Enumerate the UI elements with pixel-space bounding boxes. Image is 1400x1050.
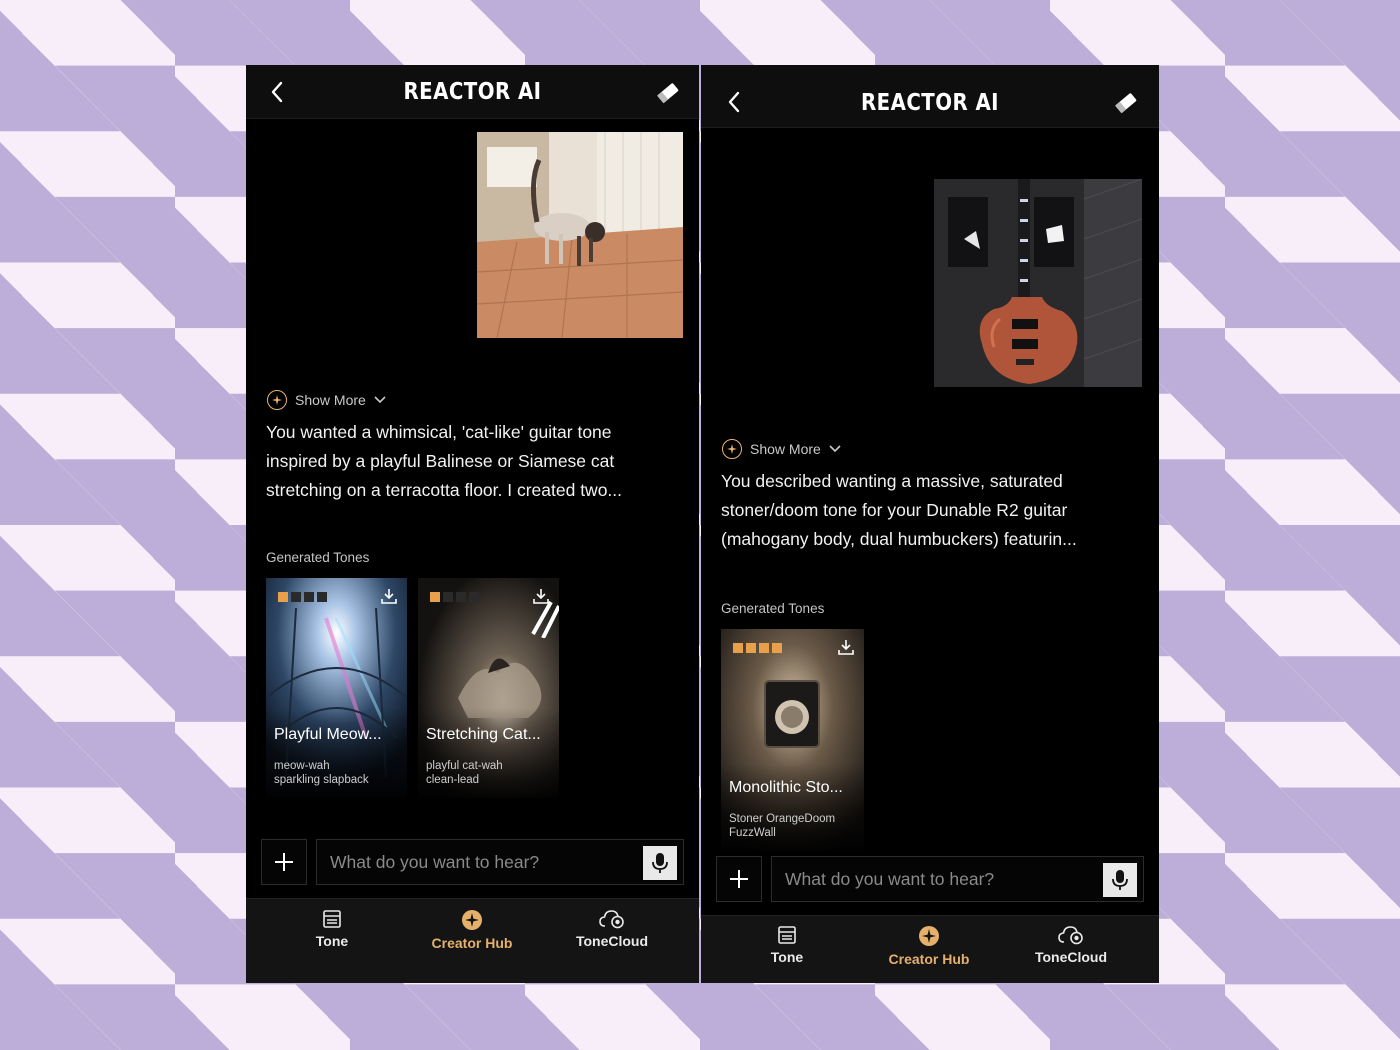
- sparkle-icon: [722, 439, 742, 459]
- voice-input-button[interactable]: [1103, 863, 1137, 897]
- sparkle-icon: [919, 926, 939, 946]
- guitar-photo: [934, 179, 1142, 387]
- download-icon[interactable]: [837, 638, 855, 656]
- generated-tones-label: Generated Tones: [266, 550, 370, 565]
- chevron-down-icon: [829, 445, 841, 453]
- prompt-bar: What do you want to hear?: [261, 839, 684, 887]
- tab-creator-hub[interactable]: Creator Hub: [412, 909, 532, 951]
- cloud-icon: [599, 910, 624, 929]
- tone-tag-line: Stoner OrangeDoom: [729, 813, 836, 825]
- prompt-input[interactable]: What do you want to hear?: [771, 856, 1144, 902]
- prompt-bar: What do you want to hear?: [716, 856, 1144, 904]
- prompt-input[interactable]: What do you want to hear?: [316, 839, 684, 885]
- tone-level-indicator: [278, 592, 327, 602]
- app-header: REACTOR AI: [701, 65, 1159, 128]
- reactor-ai-screen-1: REACTOR AI Show More You wanted a whimsi…: [246, 65, 699, 983]
- tone-tag-line: sparkling slapback: [274, 774, 369, 786]
- add-attachment-button[interactable]: [716, 856, 762, 902]
- tab-label: ToneCloud: [1034, 949, 1108, 965]
- amp-icon: [778, 926, 796, 944]
- eraser-icon: [657, 83, 679, 104]
- tone-level-indicator: [733, 643, 782, 653]
- app-header: REACTOR AI: [246, 65, 699, 119]
- download-icon[interactable]: [532, 587, 550, 605]
- sparkle-icon: [462, 910, 482, 930]
- show-more-label: Show More: [750, 441, 821, 457]
- show-more-toggle[interactable]: Show More: [267, 390, 386, 410]
- chevron-down-icon: [374, 396, 386, 404]
- prompt-placeholder: What do you want to hear?: [785, 868, 995, 889]
- cat-photo: [477, 132, 683, 338]
- tone-tags: Stoner OrangeDoom FuzzWall: [729, 812, 856, 840]
- plus-icon: [275, 853, 293, 871]
- sparkle-icon: [267, 390, 287, 410]
- page-title: REACTOR AI: [403, 78, 542, 105]
- tone-card-stretching-cat[interactable]: Stretching Cat... playful cat-wah clean-…: [418, 578, 559, 798]
- tone-name: Stretching Cat...: [426, 726, 541, 743]
- bottom-tab-bar: Tone Creator Hub ToneCloud: [701, 915, 1159, 983]
- page-title: REACTOR AI: [861, 90, 999, 116]
- tone-tag-line: playful cat-wah: [426, 760, 503, 772]
- tone-card-monolithic-stoner[interactable]: Monolithic Sto... Stoner OrangeDoom Fuzz…: [721, 629, 864, 851]
- voice-input-button[interactable]: [643, 846, 677, 880]
- tone-tags: meow-wah sparkling slapback: [274, 759, 399, 787]
- tab-label: ToneCloud: [575, 933, 649, 949]
- tab-tone[interactable]: Tone: [727, 925, 847, 965]
- plus-icon: [730, 870, 748, 888]
- tab-label: Tone: [770, 949, 804, 965]
- tab-tonecloud[interactable]: ToneCloud: [552, 909, 672, 949]
- microphone-icon: [1112, 870, 1128, 890]
- prompt-placeholder: What do you want to hear?: [330, 851, 540, 872]
- bottom-tab-bar: Tone Creator Hub ToneCloud: [246, 898, 699, 983]
- add-attachment-button[interactable]: [261, 839, 307, 885]
- tab-creator-hub[interactable]: Creator Hub: [869, 925, 989, 967]
- download-icon[interactable]: [380, 587, 398, 605]
- tone-name: Playful Meow...: [274, 726, 382, 743]
- reactor-ai-screen-2: REACTOR AI Show More You described wanti…: [701, 65, 1159, 983]
- clear-chat-button[interactable]: [655, 81, 681, 105]
- tone-level-indicator: [430, 592, 479, 602]
- tab-label: Creator Hub: [431, 935, 513, 951]
- tone-tag-line: meow-wah: [274, 760, 330, 772]
- tone-name: Monolithic Sto...: [729, 779, 843, 796]
- generated-tones-label: Generated Tones: [721, 601, 825, 616]
- cloud-icon: [1058, 926, 1083, 945]
- show-more-label: Show More: [295, 392, 366, 408]
- tone-tags: playful cat-wah clean-lead: [426, 759, 551, 787]
- microphone-icon: [652, 853, 668, 873]
- tone-tag-line: FuzzWall: [729, 827, 776, 839]
- show-more-toggle[interactable]: Show More: [722, 439, 841, 459]
- tone-card-playful-meow[interactable]: Playful Meow... meow-wah sparkling slapb…: [266, 578, 407, 798]
- tab-tone[interactable]: Tone: [272, 909, 392, 949]
- eraser-icon: [1115, 93, 1137, 114]
- clear-chat-button[interactable]: [1113, 91, 1139, 115]
- amp-icon: [323, 910, 341, 928]
- tab-label: Tone: [315, 933, 349, 949]
- tab-tonecloud[interactable]: ToneCloud: [1011, 925, 1131, 965]
- ai-summary-text: You wanted a whimsical, 'cat-like' guita…: [266, 422, 623, 500]
- tone-tag-line: clean-lead: [426, 774, 480, 786]
- ai-summary-text: You described wanting a massive, saturat…: [721, 471, 1077, 549]
- tab-label: Creator Hub: [888, 951, 970, 967]
